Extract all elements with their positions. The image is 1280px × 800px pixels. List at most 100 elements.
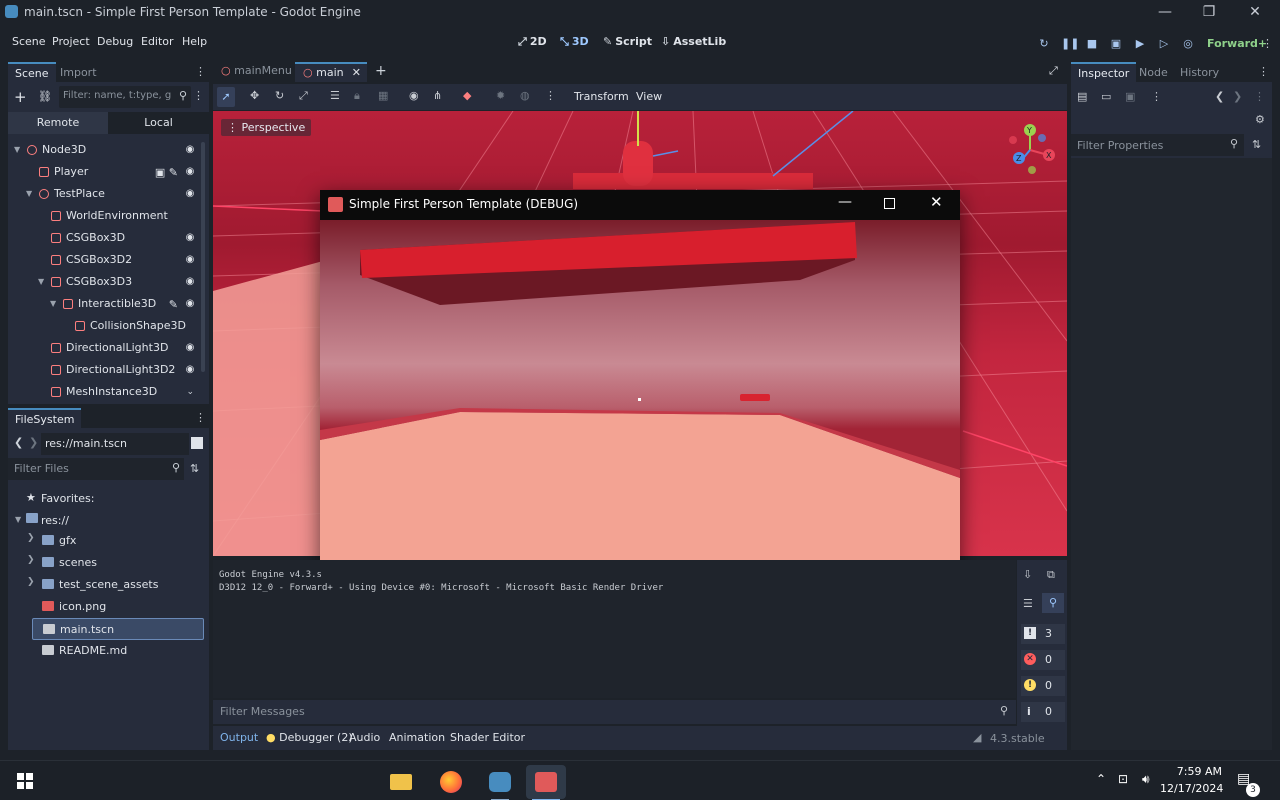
- stop-icon[interactable]: ■: [1085, 37, 1099, 51]
- scene-tree-node[interactable]: MeshInstance3D ⌄: [8, 381, 204, 403]
- play-custom-scene-icon[interactable]: ▷: [1157, 37, 1171, 51]
- tab-node[interactable]: Node: [1132, 62, 1175, 84]
- snap-icon[interactable]: ⋔: [433, 89, 442, 102]
- transform-menu[interactable]: Transform: [574, 90, 629, 103]
- environment-preview-icon[interactable]: ◍: [520, 89, 530, 102]
- scale-tool-icon[interactable]: ⤢: [299, 89, 308, 103]
- root-collapse-icon[interactable]: ▼: [15, 515, 21, 524]
- view-gizmo-icon[interactable]: Y X Z: [1000, 120, 1060, 180]
- game-render-view[interactable]: [320, 220, 960, 580]
- scene-filter-field[interactable]: Filter: name, t:type, g:group ⚲: [59, 86, 191, 108]
- warnings-filter-toggle[interactable]: ! 0: [1021, 676, 1065, 696]
- file-item[interactable]: ❯ scenes: [27, 552, 204, 574]
- favorites-label[interactable]: Favorites:: [41, 492, 94, 505]
- view-menu[interactable]: View: [636, 90, 662, 103]
- link-icon[interactable]: ⛓: [38, 90, 52, 103]
- collapse-arrow-icon[interactable]: ▼: [38, 271, 44, 293]
- add-node-icon[interactable]: +: [14, 88, 27, 106]
- output-search-icon[interactable]: ⚲: [1042, 593, 1064, 613]
- file-item[interactable]: icon.png: [32, 596, 204, 618]
- visibility-eye-icon[interactable]: ◉: [184, 254, 196, 266]
- errors-filter-toggle[interactable]: ✕ 0: [1021, 650, 1065, 670]
- forward-arrow-icon[interactable]: ❯: [29, 436, 38, 449]
- godot-taskbar-icon[interactable]: [480, 765, 520, 800]
- file-item[interactable]: main.tscn: [32, 618, 204, 640]
- tab-history[interactable]: History: [1173, 62, 1226, 84]
- scene-tree-node[interactable]: CSGBox3D ◉: [8, 227, 204, 249]
- open-scene-icon[interactable]: ▣ ✎: [155, 162, 178, 184]
- renderer-selector[interactable]: Forward+: [1207, 37, 1267, 50]
- debug-close-button[interactable]: ✕: [930, 193, 943, 211]
- visibility-eye-icon[interactable]: ◉: [184, 144, 196, 156]
- visibility-eye-icon[interactable]: ◉: [184, 188, 196, 200]
- renderer-menu-icon[interactable]: ⋮: [1262, 37, 1273, 50]
- back-arrow-icon[interactable]: ❮: [14, 436, 23, 449]
- scene-tree-node[interactable]: ▼ TestPlace ◉: [8, 183, 204, 205]
- file-item[interactable]: README.md: [32, 640, 204, 662]
- scene-options-icon[interactable]: ⋮: [193, 89, 204, 102]
- clear-output-icon[interactable]: ⇩: [1023, 568, 1032, 581]
- windows-start-icon[interactable]: [17, 773, 33, 789]
- close-window-button[interactable]: ✕: [1232, 0, 1278, 24]
- menu-scene[interactable]: Scene: [12, 35, 46, 48]
- workspace-3d-button[interactable]: ⤡ 3D: [560, 35, 589, 49]
- tab-mainmenu[interactable]: ○ mainMenu: [213, 62, 293, 82]
- camera-override-icon[interactable]: ◆: [463, 89, 471, 102]
- move-tool-icon[interactable]: ✥: [250, 89, 259, 102]
- output-panel[interactable]: Godot Engine v4.3.s D3D12 12_0 - Forward…: [213, 560, 1016, 698]
- expand-arrow-icon[interactable]: ❯: [27, 555, 35, 565]
- scene-tree-node[interactable]: ▼ Interactible3D ◉ ✎: [8, 293, 204, 315]
- tray-overflow-icon[interactable]: ⌃: [1096, 772, 1106, 786]
- info-filter-toggle[interactable]: i 0: [1021, 702, 1065, 722]
- close-tab-icon[interactable]: ✕: [352, 64, 361, 82]
- toolbar-menu-icon[interactable]: ⋮: [545, 89, 556, 102]
- scene-tree-node[interactable]: Player ◉ ▣ ✎: [8, 161, 204, 183]
- filesystem-menu-icon[interactable]: ⋮: [195, 411, 206, 424]
- perspective-menu[interactable]: ⋮ Perspective: [221, 119, 312, 136]
- tab-output[interactable]: Output: [220, 731, 258, 744]
- tab-shader-editor[interactable]: Shader Editor: [450, 731, 525, 744]
- movie-maker-icon[interactable]: ◎: [1181, 37, 1195, 51]
- game-debug-taskbar-icon[interactable]: [526, 765, 566, 800]
- collapse-arrow-icon[interactable]: ▼: [14, 139, 20, 161]
- visibility-eye-icon[interactable]: ◉: [184, 166, 196, 178]
- dock-menu-icon[interactable]: ⋮: [195, 65, 206, 78]
- path-field[interactable]: res://main.tscn: [41, 433, 189, 455]
- scene-tree-scrollbar[interactable]: [201, 142, 205, 372]
- rotate-tool-icon[interactable]: ↻: [275, 89, 284, 102]
- list-select-icon[interactable]: ☰: [330, 89, 340, 102]
- scene-tree-node[interactable]: CollisionShape3D: [8, 315, 204, 337]
- scene-tree-node[interactable]: ▼ Node3D ◉: [8, 139, 204, 161]
- local-space-icon[interactable]: ◉: [409, 89, 419, 102]
- file-item[interactable]: ❯ gfx: [27, 530, 204, 552]
- version-label[interactable]: 4.3.stable: [990, 732, 1045, 745]
- debug-maximize-button[interactable]: [884, 198, 895, 209]
- visibility-eye-icon[interactable]: ◉: [184, 276, 196, 288]
- script-attached-icon[interactable]: ✎: [169, 294, 178, 316]
- visibility-eye-icon[interactable]: ◉: [184, 342, 196, 354]
- resource-options-icon[interactable]: ⋮: [1151, 90, 1162, 103]
- scene-tree-node[interactable]: WorldEnvironment: [8, 205, 204, 227]
- tab-main[interactable]: ○ main ✕: [295, 62, 367, 82]
- tab-audio[interactable]: Audio: [349, 731, 380, 744]
- filter-properties-field[interactable]: Filter Properties ⚲: [1071, 134, 1244, 156]
- scene-tree-node[interactable]: CSGBox3D2 ◉: [8, 249, 204, 271]
- select-tool-icon[interactable]: ➚: [217, 87, 235, 107]
- open-resource-icon[interactable]: ▭: [1101, 90, 1111, 103]
- volume-icon[interactable]: 🔊︎: [1142, 772, 1150, 787]
- lock-icon[interactable]: 🔒︎: [354, 89, 360, 103]
- scene-tree-node[interactable]: DirectionalLight3D2 ◉: [8, 359, 204, 381]
- file-filter-field[interactable]: Filter Files ⚲: [8, 458, 184, 480]
- inspector-menu-icon[interactable]: ⋮: [1258, 65, 1269, 78]
- expand-arrow-icon[interactable]: ❯: [27, 577, 35, 587]
- scene-tree-node[interactable]: ▼ CSGBox3D3 ◉: [8, 271, 204, 293]
- workspace-assetlib-button[interactable]: ⇩ AssetLib: [661, 35, 726, 48]
- minimize-button[interactable]: —: [1142, 0, 1188, 24]
- tab-filesystem[interactable]: FileSystem: [8, 408, 82, 430]
- properties-options-icon[interactable]: ⇅: [1252, 138, 1261, 151]
- network-icon[interactable]: ⊡: [1118, 772, 1128, 786]
- remote-tab-button[interactable]: Remote: [8, 112, 108, 134]
- debug-game-window[interactable]: Simple First Person Template (DEBUG) — ✕: [320, 190, 960, 580]
- new-tab-icon[interactable]: +: [375, 63, 387, 79]
- visibility-eye-icon[interactable]: ◉: [184, 232, 196, 244]
